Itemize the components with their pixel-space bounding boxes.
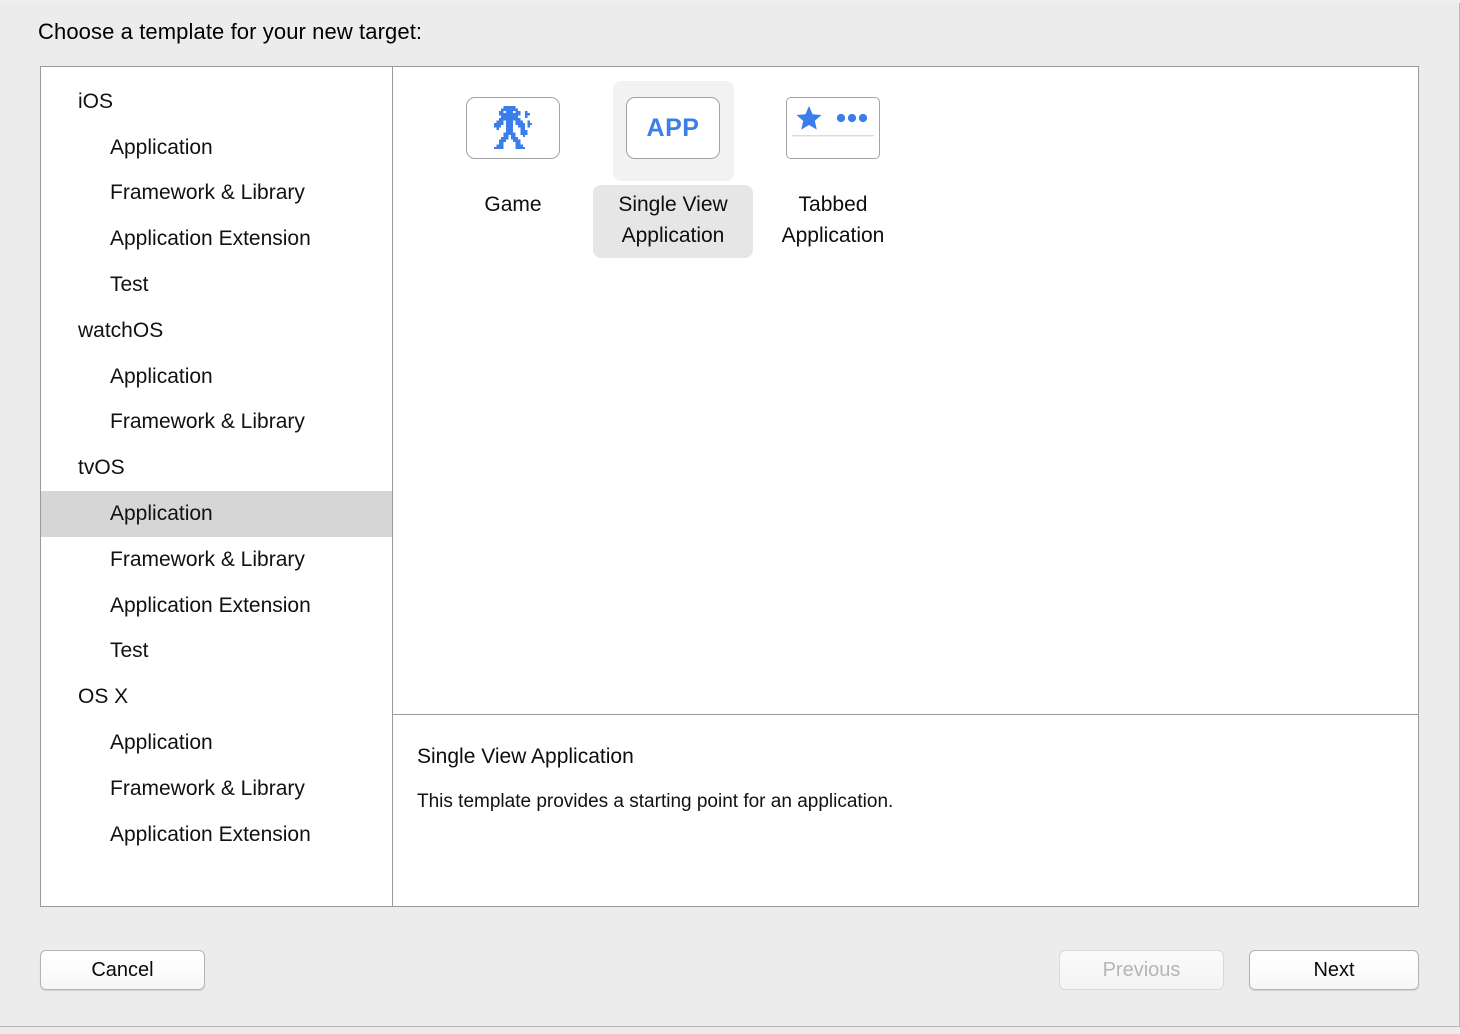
platform-category-sidebar[interactable]: iOS Application Framework & Library Applica… (41, 67, 393, 906)
sidebar-item-label: Framework & Library (110, 181, 305, 205)
template-description-pane: Single View Application This template pr… (393, 714, 1418, 906)
sidebar-item-framework-library[interactable]: Framework & Library (41, 400, 392, 446)
sidebar-item-label: watchOS (78, 318, 164, 342)
sidebar-item-ios[interactable]: iOS (41, 79, 392, 125)
sidebar-item-label: Application Extension (110, 593, 311, 617)
sidebar-item-label: Application (110, 731, 213, 755)
sidebar-item-application[interactable]: Application (41, 720, 392, 766)
template-tile-game[interactable]: Game (433, 81, 593, 227)
next-button[interactable]: Next (1249, 950, 1419, 990)
clipped-text (835, 1026, 838, 1034)
sidebar-item-application-extension[interactable]: Application Extension (41, 812, 392, 858)
sidebar-item-test[interactable]: Test (41, 629, 392, 675)
description-title: Single View Application (417, 745, 634, 768)
sidebar-item-application[interactable]: Application (41, 354, 392, 400)
sidebar-item-label: Framework & Library (110, 776, 305, 800)
sidebar-item-label: Framework & Library (110, 547, 305, 571)
app-text-glyph: APP (646, 113, 700, 142)
dialog-footer: Cancel Previous Next (0, 945, 1460, 1005)
window-top-strip (0, 0, 1460, 3)
sidebar-item-label: Application (110, 502, 213, 526)
sidebar-item-application[interactable]: Application (41, 491, 392, 537)
sidebar-item-label: iOS (78, 89, 114, 113)
sidebar-item-label: tvOS (78, 456, 125, 480)
template-icon-container (453, 81, 574, 181)
previous-button[interactable]: Previous (1059, 950, 1224, 990)
sidebar-item-label: Test (110, 639, 149, 663)
sidebar-item-application-extension[interactable]: Application Extension (41, 216, 392, 262)
sidebar-item-label: Framework & Library (110, 410, 305, 434)
sidebar-item-application-extension[interactable]: Application Extension (41, 583, 392, 629)
game-robot-sprite-icon (466, 97, 560, 159)
description-body: This template provides a starting point … (417, 791, 894, 812)
sidebar-item-framework-library[interactable]: Framework & Library (41, 766, 392, 812)
template-tile-single-view-application[interactable]: APP Single View Application (593, 81, 753, 258)
sidebar-item-framework-library[interactable]: Framework & Library (41, 171, 392, 217)
sidebar-item-tvos[interactable]: tvOS (41, 445, 392, 491)
sidebar-item-application[interactable]: Application (41, 125, 392, 171)
template-tile-label: Game (484, 193, 542, 216)
divider-line (0, 1026, 1460, 1027)
clipped-content-below (0, 1026, 1460, 1034)
sidebar-item-framework-library[interactable]: Framework & Library (41, 537, 392, 583)
sidebar-item-test[interactable]: Test (41, 262, 392, 308)
template-tile-label: Tabbed Application (781, 193, 885, 247)
template-chooser-window: Choose a template for your new target: i… (0, 0, 1460, 1034)
sidebar-item-label: Test (110, 273, 149, 297)
sidebar-item-label: Application Extension (110, 822, 311, 846)
sidebar-item-label: OS X (78, 685, 129, 709)
template-icon-container (773, 81, 894, 181)
sidebar-item-label: Application (110, 364, 213, 388)
sidebar-item-os-x[interactable]: OS X (41, 674, 392, 720)
app-label-icon: APP (626, 97, 720, 159)
template-icon-container: APP (612, 81, 734, 181)
template-content-area: Game APP Single View Application Tabbed App… (393, 67, 1418, 906)
template-tile-tabbed-application[interactable]: Tabbed Application (753, 81, 913, 258)
star-and-dots-icon (786, 97, 880, 159)
cancel-button[interactable]: Cancel (40, 950, 205, 990)
page-title: Choose a template for your new target: (38, 19, 423, 44)
sidebar-item-watchos[interactable]: watchOS (41, 308, 392, 354)
template-grid[interactable]: Game APP Single View Application Tabbed App… (393, 67, 1418, 714)
template-tile-label: Single View Application (593, 185, 753, 258)
sidebar-item-label: Application Extension (110, 227, 311, 251)
sidebar-item-label: Application (110, 135, 213, 159)
template-chooser-panel: iOS Application Framework & Library Applica… (40, 66, 1419, 907)
